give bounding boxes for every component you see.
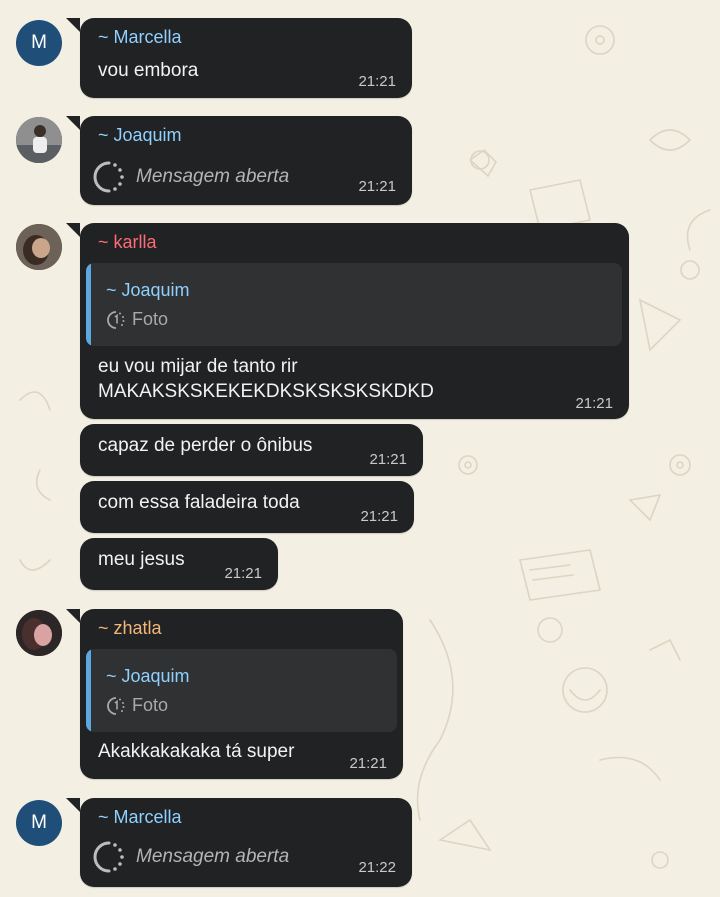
avatar[interactable] (16, 117, 62, 163)
view-once-status-text: Mensagem aberta (136, 846, 290, 867)
message-bubble[interactable]: ~ Marcella vou embora 21:21 (66, 18, 412, 98)
message-time: 21:21 (358, 178, 396, 195)
message-text: Akakkakakaka tá super (98, 741, 295, 762)
view-once-icon (93, 161, 124, 193)
quote-accent-bar (86, 649, 91, 732)
avatar-letter: M (31, 812, 47, 833)
message-text: meu jesus (98, 549, 185, 570)
view-once-status: Mensagem aberta (92, 160, 289, 194)
sender-name: ~ Marcella (98, 27, 182, 47)
quoted-sender-name: ~ Joaquim (106, 666, 190, 686)
view-once-icon (107, 310, 125, 329)
message-time: 21:21 (575, 395, 613, 412)
message-time: 21:21 (360, 508, 398, 525)
message-bubble[interactable]: ~ karlla ~ Joaquim Foto eu vou mijar de … (66, 223, 629, 419)
message-bubble[interactable]: meu jesus 21:21 (80, 538, 278, 590)
sender-name: ~ Joaquim (98, 125, 182, 145)
view-once-status: Mensagem aberta (92, 840, 289, 874)
avatar[interactable] (16, 610, 62, 656)
quoted-media-label: Foto (132, 695, 169, 715)
chat-thread: M ~ Marcella vou embora 21:21 ~ Joaquim … (0, 0, 720, 897)
view-once-icon (93, 841, 124, 873)
quote-accent-bar (86, 263, 91, 346)
message-bubble[interactable]: com essa faladeira toda 21:21 (80, 481, 414, 533)
message-time: 21:21 (224, 565, 262, 582)
message-text: capaz de perder o ônibus (98, 435, 313, 456)
quoted-sender-name: ~ Joaquim (106, 280, 190, 300)
profile-photo-icon (16, 610, 62, 656)
message-time: 21:22 (358, 859, 396, 876)
message-bubble[interactable]: ~ Marcella Mensagem aberta 21:22 (66, 798, 412, 887)
quoted-media: Foto (106, 309, 168, 330)
sender-name: ~ zhatla (98, 618, 162, 638)
profile-photo-icon (16, 224, 62, 270)
message-bubble[interactable]: ~ Joaquim Mensagem aberta 21:21 (66, 116, 412, 205)
view-once-icon (107, 696, 125, 715)
message-text: vou embora (98, 60, 199, 81)
avatar[interactable]: M (16, 800, 62, 846)
message-time: 21:21 (349, 755, 387, 772)
quoted-media-label: Foto (132, 309, 169, 329)
quoted-message[interactable]: ~ Joaquim Foto (86, 649, 397, 732)
message-text: com essa faladeira toda (98, 492, 300, 513)
avatar[interactable]: M (16, 20, 62, 66)
avatar-letter: M (31, 32, 47, 53)
avatar[interactable] (16, 224, 62, 270)
sender-name: ~ karlla (98, 232, 157, 252)
sender-name: ~ Marcella (98, 807, 182, 827)
profile-photo-icon (16, 117, 62, 163)
message-time: 21:21 (369, 451, 407, 468)
view-once-status-text: Mensagem aberta (136, 166, 290, 187)
message-time: 21:21 (358, 73, 396, 90)
quoted-message[interactable]: ~ Joaquim Foto (86, 263, 622, 346)
quoted-media: Foto (106, 695, 168, 716)
message-text: eu vou mijar de tanto rir MAKAKSKSKEKEKD… (98, 356, 434, 402)
message-bubble[interactable]: ~ zhatla ~ Joaquim Foto Akakkakakaka tá … (66, 609, 403, 779)
message-bubble[interactable]: capaz de perder o ônibus 21:21 (80, 424, 423, 476)
